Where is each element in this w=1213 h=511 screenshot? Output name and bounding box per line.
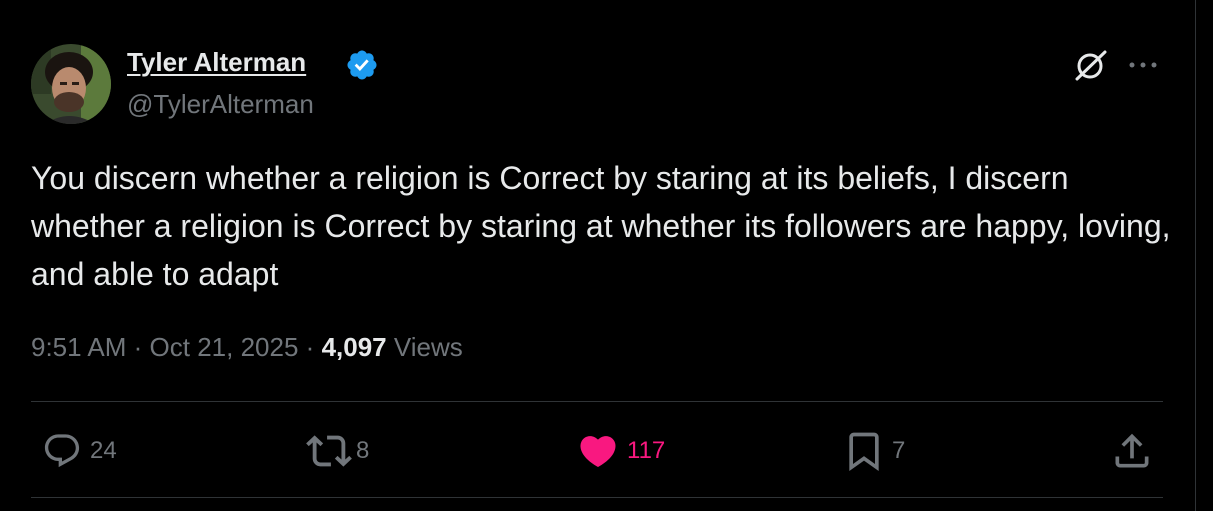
grok-icon[interactable] bbox=[1072, 46, 1110, 84]
tweet-time[interactable]: 9:51 AM bbox=[31, 332, 126, 362]
more-options-icon[interactable] bbox=[1126, 58, 1160, 70]
tweet-meta: 9:51 AM · Oct 21, 2025 · 4,097 Views bbox=[31, 332, 463, 363]
repost-icon bbox=[306, 435, 352, 467]
avatar[interactable] bbox=[31, 44, 111, 124]
like-count: 117 bbox=[627, 437, 666, 464]
meta-separator: · bbox=[305, 332, 315, 362]
tweet-card: Tyler Alterman @TylerAlterman You discer… bbox=[0, 0, 1213, 511]
tweet-date[interactable]: Oct 21, 2025 bbox=[150, 332, 299, 362]
tweet-text: You discern whether a religion is Correc… bbox=[31, 160, 1171, 292]
author-handle[interactable]: @TylerAlterman bbox=[127, 89, 314, 120]
bookmark-icon bbox=[849, 432, 879, 472]
like-button[interactable]: 117 bbox=[577, 428, 665, 474]
views-label: Views bbox=[393, 332, 463, 362]
share-icon bbox=[1115, 433, 1149, 468]
heart-icon bbox=[580, 436, 616, 468]
meta-separator: · bbox=[133, 332, 143, 362]
verified-badge-icon bbox=[345, 48, 379, 82]
repost-button[interactable]: 8 bbox=[306, 428, 369, 474]
reply-icon bbox=[44, 434, 80, 468]
views-count: 4,097 bbox=[321, 332, 387, 362]
divider-top bbox=[31, 401, 1163, 402]
repost-count: 8 bbox=[356, 437, 370, 464]
column-border bbox=[1195, 0, 1196, 511]
reply-button[interactable]: 24 bbox=[42, 428, 117, 474]
reply-count: 24 bbox=[90, 437, 117, 464]
author-name[interactable]: Tyler Alterman bbox=[127, 47, 306, 78]
share-button[interactable] bbox=[1110, 428, 1154, 474]
bookmark-count: 7 bbox=[892, 437, 906, 464]
divider-bottom bbox=[31, 497, 1163, 498]
bookmark-button[interactable]: 7 bbox=[842, 428, 905, 474]
